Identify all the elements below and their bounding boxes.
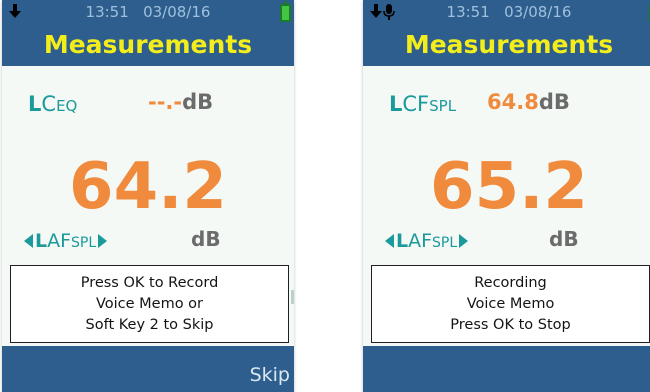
arrow-right-icon[interactable] — [98, 234, 108, 248]
battery-full-icon — [280, 1, 291, 22]
main-reading: 65.2 — [430, 150, 588, 224]
dialog-line: Press OK to Stop — [450, 316, 571, 333]
recording-dialog: Recording Voice Memo Press OK to Stop — [371, 265, 650, 343]
arrow-left-icon[interactable] — [385, 234, 394, 248]
parameter-label: LCEQ — [28, 92, 78, 116]
meter-screen-left: 13:51 03/08/16 Measurements LCEQ --.-dB … — [2, 0, 294, 392]
softkey-bar: Skip — [2, 346, 294, 392]
screen-title: Measurements — [404, 30, 614, 59]
weighting-selector[interactable]: LAFSPL — [24, 227, 108, 255]
arrow-left-icon[interactable] — [24, 234, 33, 248]
parameter-label: LCFSPL — [389, 92, 457, 116]
status-time: 13:51 03/08/16 — [446, 3, 572, 21]
reading-unit: dB — [191, 227, 221, 251]
skip-softkey[interactable]: Skip — [250, 364, 290, 386]
screen-title: Measurements — [43, 30, 253, 59]
scroll-indicator — [291, 290, 294, 304]
dialog-line: Voice Memo or — [95, 295, 204, 312]
header-bar: 13:51 03/08/16 Measurements — [363, 0, 650, 66]
reading-unit: dB — [549, 227, 579, 251]
dialog-line: Voice Memo — [466, 295, 555, 312]
main-reading: 64.2 — [69, 150, 227, 224]
softkey-bar — [363, 346, 650, 392]
header-bar: 13:51 03/08/16 Measurements — [2, 0, 294, 66]
meter-screen-right: 13:51 03/08/16 Measurements LCFSPL 64.8d… — [363, 0, 650, 392]
dialog-line: Soft Key 2 to Skip — [85, 316, 214, 333]
dialog-line: Press OK to Record — [80, 274, 219, 291]
dialog-line: Recording — [474, 274, 547, 291]
parameter-value: --.-dB — [148, 90, 214, 114]
weighting-label: LAFSPL — [396, 230, 458, 252]
weighting-selector[interactable]: LAFSPL — [385, 227, 469, 255]
voice-memo-dialog: Press OK to Record Voice Memo or Soft Ke… — [10, 265, 289, 343]
arrow-right-icon[interactable] — [459, 234, 469, 248]
parameter-value: 64.8dB — [487, 90, 570, 114]
status-time: 13:51 03/08/16 — [85, 3, 211, 21]
weighting-label: LAFSPL — [35, 230, 97, 252]
